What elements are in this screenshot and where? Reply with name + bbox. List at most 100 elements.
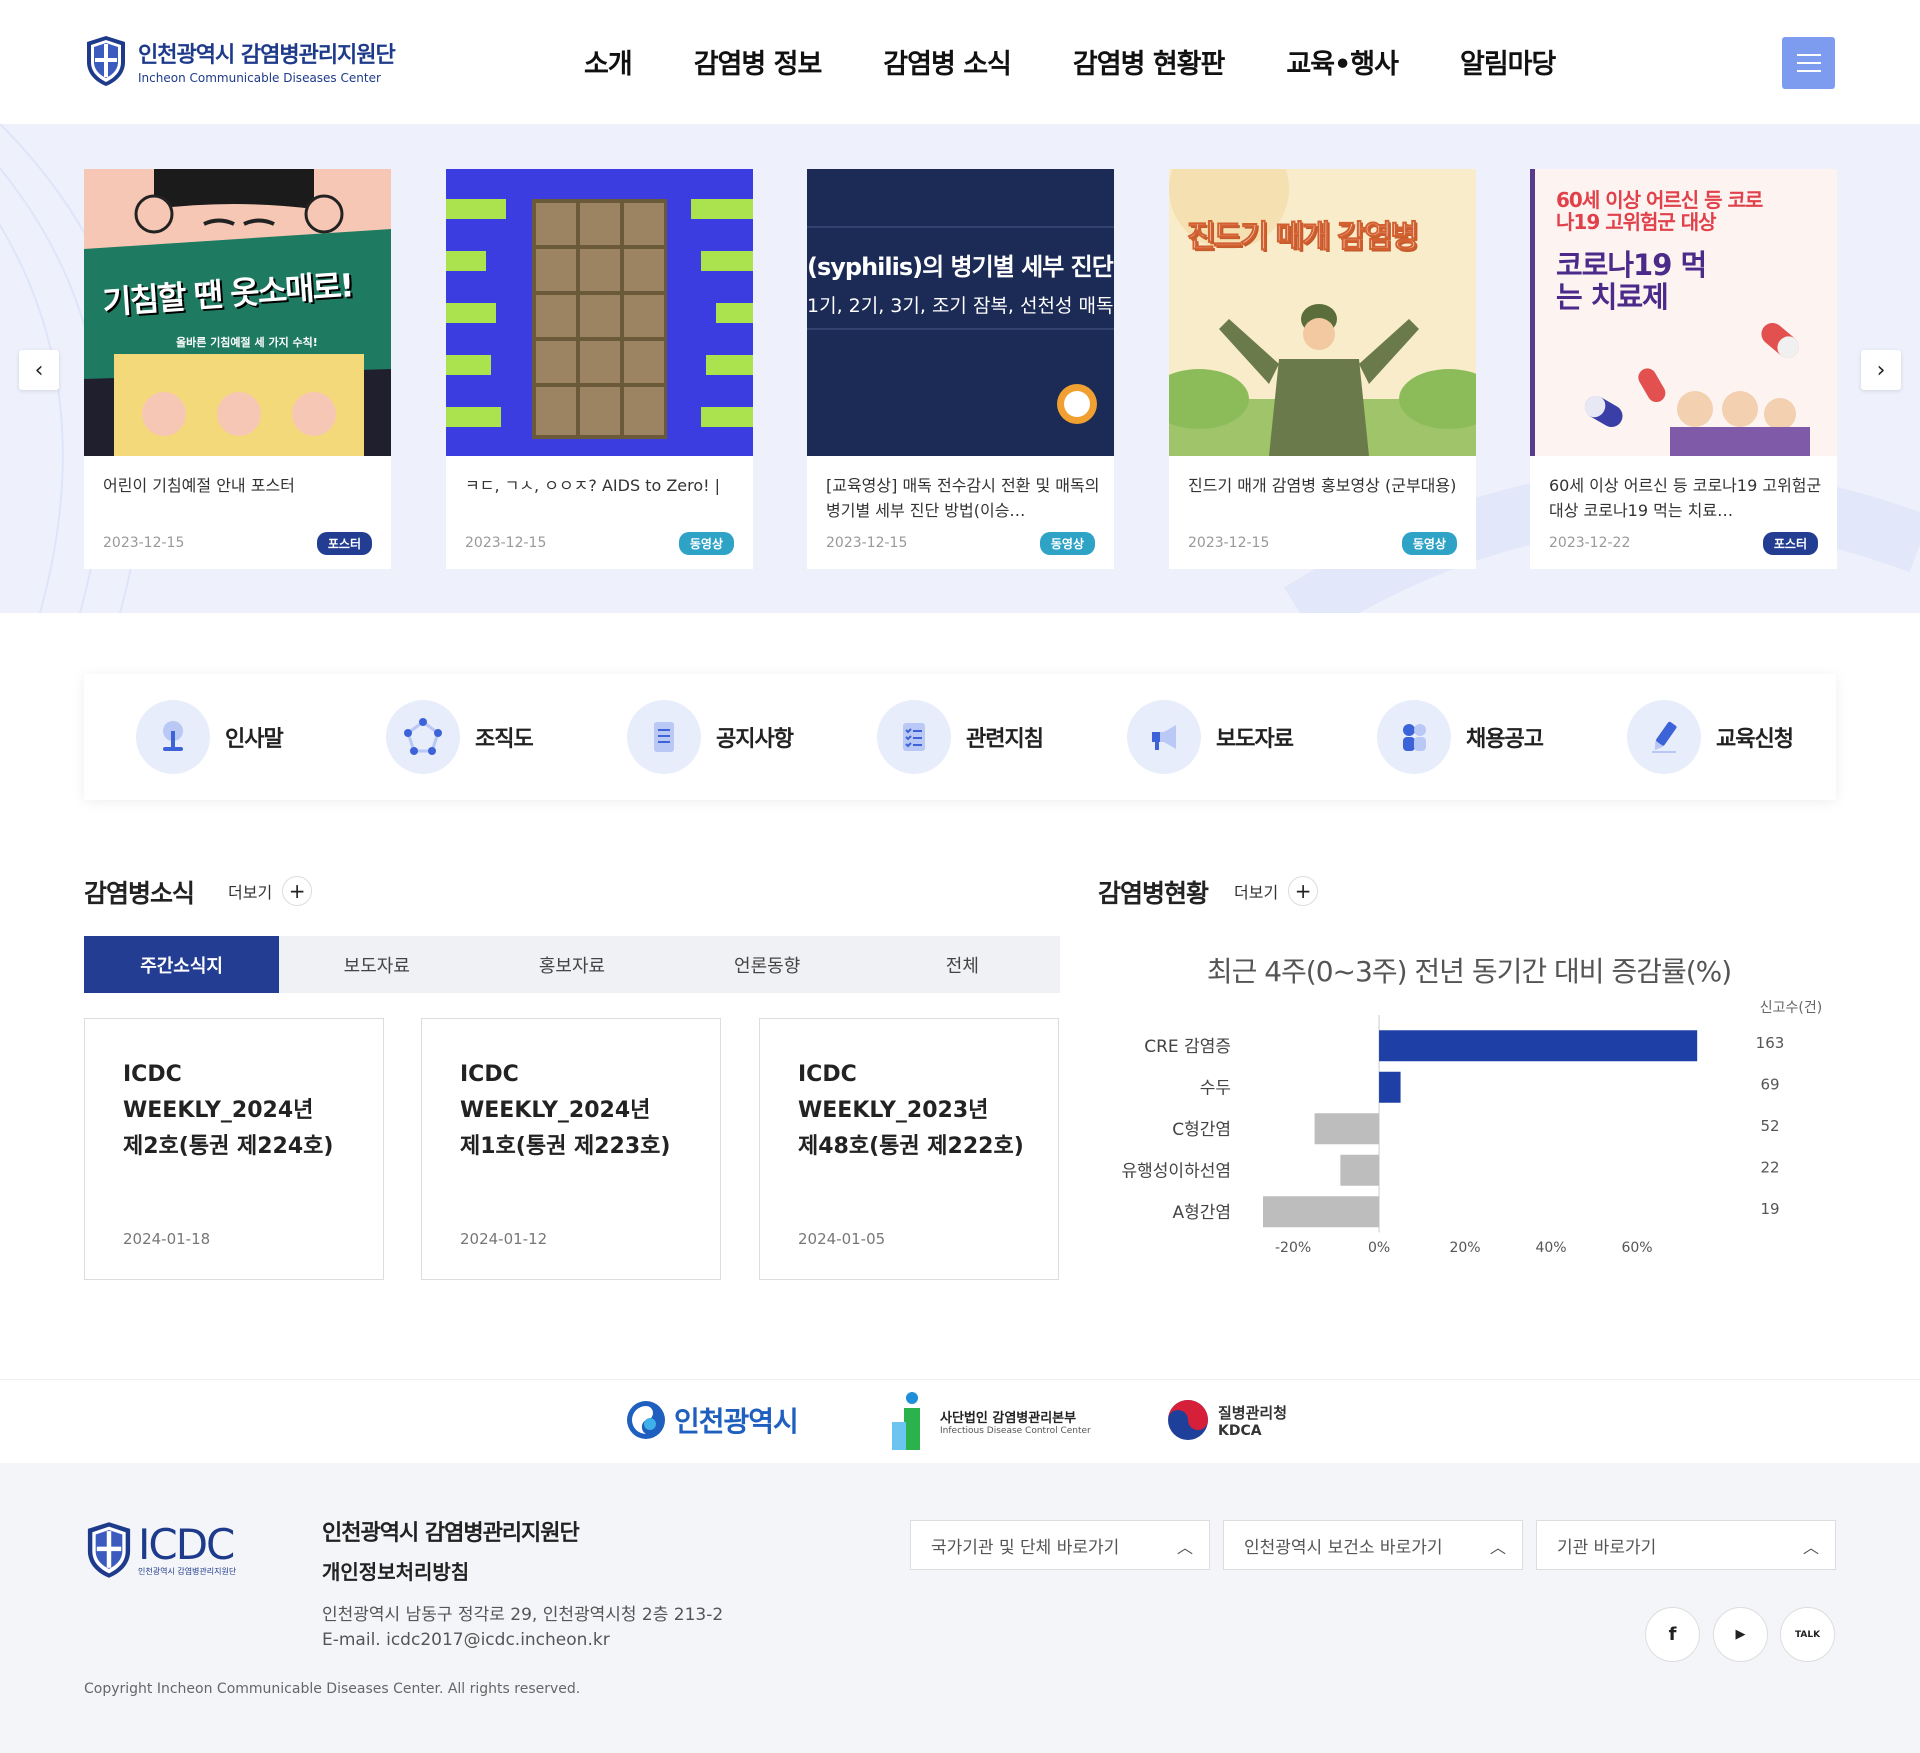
chart-category-label: CRE 감염증 <box>1144 1037 1231 1057</box>
chart-count-label: 163 <box>1756 1034 1785 1052</box>
plus-icon: + <box>282 876 313 906</box>
card-title: [교육영상] 매독 전수감시 전환 및 매독의 병기별 세부 진단 방법(이승… <box>826 476 1100 520</box>
news-section-title: 감염병소식 <box>84 879 195 908</box>
chart-tick-label: -20% <box>1275 1240 1311 1256</box>
privacy-policy-link[interactable]: 개인정보처리방침 <box>322 1556 469 1585</box>
chart-bar <box>1379 1030 1698 1062</box>
news-more-link[interactable]: 더보기 + <box>228 876 313 906</box>
card-title: 어린이 기침예절 안내 포스터 <box>103 476 295 495</box>
news-date: 2024-01-18 <box>123 1230 211 1248</box>
youtube-icon[interactable]: ▶ <box>1713 1607 1768 1662</box>
card-image-subtext: 올바른 기침예절 세 가지 수칙! <box>176 336 318 349</box>
news-card[interactable]: ICDC WEEKLY_2023년 제48호(통권 제222호) 2024-01… <box>759 1018 1059 1280</box>
aids-video-image <box>446 169 753 456</box>
nav-item-notice[interactable]: 알림마당 <box>1460 42 1556 81</box>
quick-item-press[interactable]: 보도자료 <box>1127 700 1294 774</box>
kakaotalk-icon[interactable]: TALK <box>1780 1607 1835 1662</box>
kdca-logo-icon <box>1168 1400 1208 1440</box>
menu-icon-line <box>1796 70 1821 72</box>
footer-address: 인천광역시 남동구 정각로 29, 인천광역시청 2층 213-2 <box>322 1605 724 1625</box>
tab-all[interactable]: 전체 <box>865 936 1060 993</box>
main-nav: 소개 감염병 정보 감염병 소식 감염병 현황판 교육•행사 알림마당 <box>584 42 1556 81</box>
card-title: 진드기 매개 감염병 홍보영상 (군부대용) <box>1188 476 1457 495</box>
card-badge: 포스터 <box>1762 532 1818 555</box>
logo-subtitle: Incheon Communicable Diseases Center <box>138 71 381 85</box>
footer-email: E-mail. icdc2017@icdc.incheon.kr <box>322 1630 610 1650</box>
partner-name-en: Infectious Disease Control Center <box>940 1425 1091 1436</box>
card-date: 2023-12-15 <box>465 535 547 551</box>
quick-item-label: 교육신청 <box>1716 727 1794 752</box>
chart-bar <box>1379 1071 1401 1103</box>
facebook-icon[interactable]: f <box>1645 1607 1700 1662</box>
quick-item-greeting[interactable]: 인사말 <box>136 700 284 774</box>
partner-kdca[interactable]: 질병관리청 KDCA <box>1166 1398 1287 1442</box>
chevron-up-icon: ︿ <box>1802 1538 1819 1557</box>
card-thumbnail: 60세 이상 어르신 등 코로나19 고위험군 대상 코로나19 먹는 치료제 <box>1530 169 1837 456</box>
slider-card[interactable]: ㅋㄷ, ㄱㅅ, ㅇㅇㅈ? AIDS to Zero! | 2023-12-15 … <box>446 169 753 569</box>
logo-title: 인천광역시 감염병관리지원단 <box>138 43 396 68</box>
checklist-icon <box>877 700 951 774</box>
quick-item-education-apply[interactable]: 교육신청 <box>1627 700 1794 774</box>
quick-item-label: 채용공고 <box>1466 727 1544 752</box>
card-badge: 동영상 <box>678 532 734 555</box>
nav-item-education[interactable]: 교육•행사 <box>1286 42 1399 81</box>
slider-prev-button[interactable]: ‹ <box>19 350 59 390</box>
tab-press[interactable]: 보도자료 <box>279 936 474 993</box>
card-date: 2023-12-22 <box>1549 535 1631 551</box>
news-date: 2024-01-12 <box>460 1230 548 1248</box>
quick-item-label: 보도자료 <box>1216 727 1294 752</box>
chart-count-label: 69 <box>1760 1075 1779 1093</box>
card-thumbnail: (syphilis)의 병기별 세부 진단 1기, 2기, 3기, 조기 잠복,… <box>807 169 1114 456</box>
nav-item-dashboard[interactable]: 감염병 현황판 <box>1073 42 1225 81</box>
footer-org-name: 인천광역시 감염병관리지원단 <box>322 1521 580 1546</box>
quick-item-organization[interactable]: 조직도 <box>386 700 534 774</box>
nav-item-disease-info[interactable]: 감염병 정보 <box>694 42 823 81</box>
chevron-left-icon: ‹ <box>34 357 44 383</box>
quick-item-label: 공지사항 <box>716 727 794 752</box>
card-date: 2023-12-15 <box>1188 535 1270 551</box>
site-logo[interactable]: 인천광역시 감염병관리지원단 Incheon Communicable Dise… <box>84 34 396 88</box>
slider-card[interactable]: 60세 이상 어르신 등 코로나19 고위험군 대상 코로나19 먹는 치료제 … <box>1530 169 1837 569</box>
chart-bar <box>1340 1154 1380 1186</box>
footer-logo-subtext: 인천광역시 감염병관리지원단 <box>138 1566 237 1576</box>
health-center-select[interactable]: 인천광역시 보건소 바로가기 ︿ <box>1223 1520 1523 1570</box>
shield-logo-icon <box>87 1522 131 1578</box>
incheon-logo-icon <box>627 1401 665 1439</box>
tab-media[interactable]: 언론동향 <box>670 936 865 993</box>
status-more-link[interactable]: 더보기 + <box>1234 876 1319 906</box>
card-badge: 동영상 <box>1401 532 1457 555</box>
partner-incheon[interactable]: 인천광역시 <box>626 1400 799 1440</box>
news-card[interactable]: ICDC WEEKLY_2024년 제1호(통권 제223호) 2024-01-… <box>421 1018 721 1280</box>
select-label: 국가기관 및 단체 바로가기 <box>931 1537 1120 1558</box>
card-thumbnail <box>446 169 753 456</box>
org-chart-icon <box>386 700 460 774</box>
card-title: 60세 이상 어르신 등 코로나19 고위험군 대상 코로나19 먹는 치료… <box>1549 476 1822 520</box>
quick-item-guidelines[interactable]: 관련지침 <box>877 700 1044 774</box>
agency-select[interactable]: 기관 바로가기 ︿ <box>1536 1520 1836 1570</box>
chart-category-label: A형간염 <box>1172 1203 1231 1223</box>
chart-tick-label: 60% <box>1621 1240 1652 1256</box>
media-slider: 기침할 땐 옷소매로! 올바른 기침예절 세 가지 수칙! 어린이 기침예절 안… <box>0 124 1920 613</box>
hamburger-menu-button[interactable] <box>1782 37 1835 89</box>
slider-card[interactable]: (syphilis)의 병기별 세부 진단 1기, 2기, 3기, 조기 잠복,… <box>807 169 1114 569</box>
news-title: ICDC WEEKLY_2024년 제2호(통권 제224호) <box>123 1062 334 1159</box>
nav-item-disease-news[interactable]: 감염병 소식 <box>883 42 1012 81</box>
chart-bar <box>1314 1113 1380 1145</box>
national-agency-select[interactable]: 국가기관 및 단체 바로가기 ︿ <box>910 1520 1210 1570</box>
chart-category-label: C형간염 <box>1172 1120 1231 1140</box>
tab-weekly[interactable]: 주간소식지 <box>84 936 280 993</box>
slider-next-button[interactable]: › <box>1861 350 1901 390</box>
megaphone-icon <box>1127 700 1201 774</box>
slider-card[interactable]: 기침할 땐 옷소매로! 올바른 기침예절 세 가지 수칙! 어린이 기침예절 안… <box>84 169 391 569</box>
nav-item-about[interactable]: 소개 <box>584 42 633 81</box>
tab-promo[interactable]: 홍보자료 <box>474 936 669 993</box>
quick-item-notices[interactable]: 공지사항 <box>627 700 794 774</box>
quick-item-label: 관련지침 <box>966 727 1044 752</box>
quick-item-label: 조직도 <box>475 727 534 752</box>
card-image-subtext: 1기, 2기, 3기, 조기 잠복, 선천성 매독 <box>807 295 1114 317</box>
slider-card[interactable]: 진드기 매개 감염병 진드기 매개 감염병 홍보영상 (군부대용) 2023-1… <box>1169 169 1476 569</box>
quick-item-recruit[interactable]: 채용공고 <box>1377 700 1544 774</box>
news-card[interactable]: ICDC WEEKLY_2024년 제2호(통권 제224호) 2024-01-… <box>84 1018 384 1280</box>
chart-count-label: 19 <box>1760 1200 1779 1218</box>
partner-idcc[interactable]: 사단법인 감염병관리본부 Infectious Disease Control … <box>892 1390 1091 1452</box>
